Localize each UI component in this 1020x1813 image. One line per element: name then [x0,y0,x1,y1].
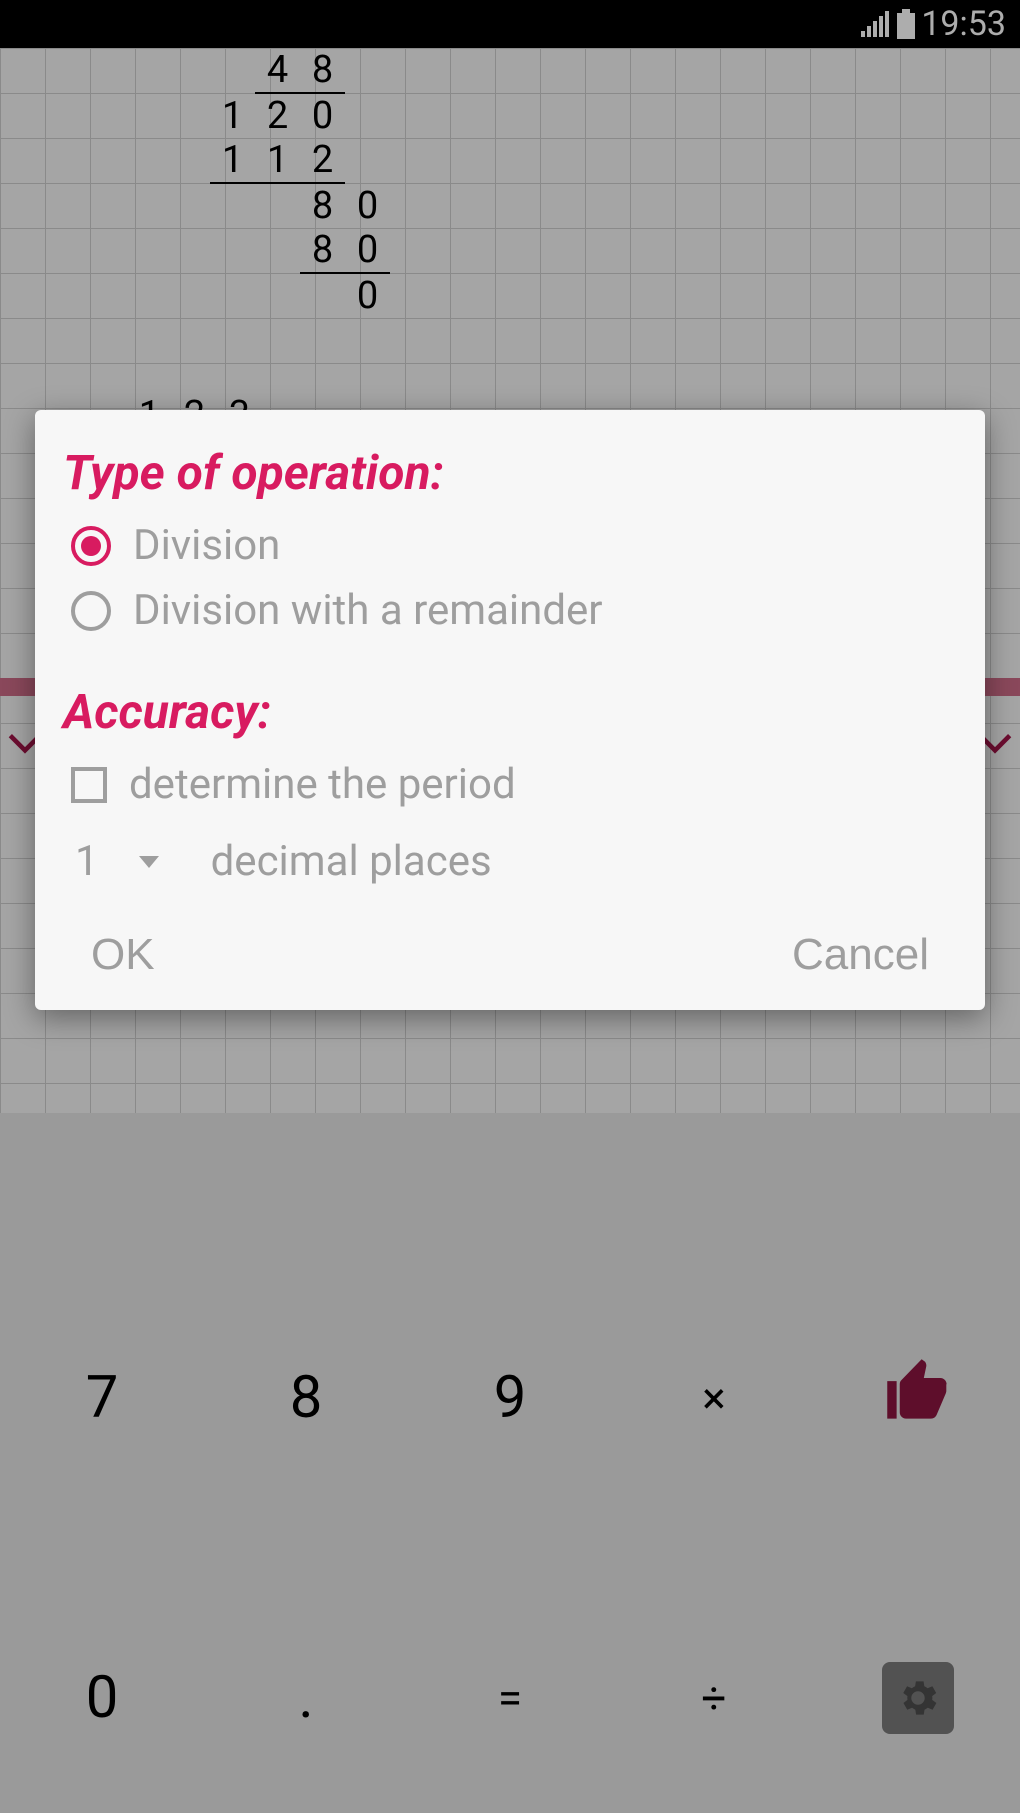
ok-button[interactable]: OK [91,930,155,980]
heading-accuracy: Accuracy: [63,683,957,740]
radio-unchecked-icon [71,591,111,631]
radio-division-label: Division [133,521,280,570]
operation-dialog: Type of operation: Division Division wit… [35,410,985,1010]
radio-checked-icon [71,526,111,566]
decimal-places-spinner[interactable]: 1 [67,833,167,890]
checkbox-unchecked-icon [71,767,107,803]
heading-type: Type of operation: [63,444,957,501]
spinner-label: decimal places [211,837,492,886]
caret-down-icon [139,856,159,868]
radio-remainder-label: Division with a remainder [133,586,603,635]
radio-division-remainder[interactable]: Division with a remainder [63,586,957,635]
radio-division[interactable]: Division [63,521,957,570]
spinner-value: 1 [75,837,99,886]
cancel-button[interactable]: Cancel [792,930,929,980]
checkbox-determine-period[interactable]: determine the period [63,760,957,809]
checkbox-period-label: determine the period [129,760,516,809]
